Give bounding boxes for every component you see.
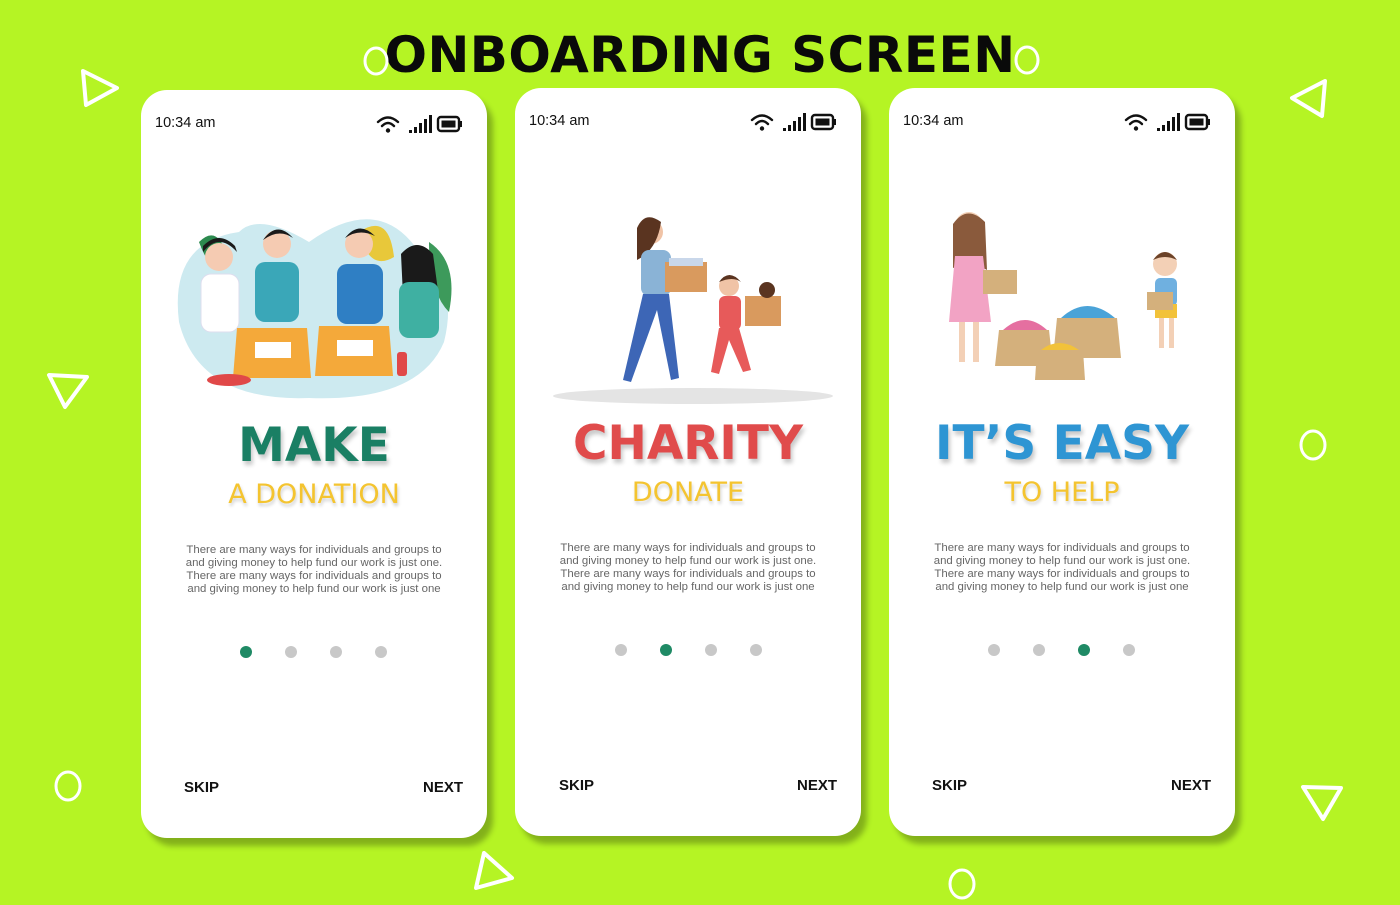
description-line: and giving money to help fund our work i… [561, 581, 815, 593]
description-line: and giving money to help fund our work i… [559, 555, 817, 567]
skip-button[interactable]: SKIP [184, 779, 219, 796]
skip-button[interactable]: SKIP [559, 777, 594, 794]
wifi-icon [1124, 114, 1148, 131]
circle-decoration-icon [948, 868, 976, 900]
screen-subtitle: TO HELP [1004, 477, 1120, 508]
screen-description: There are many ways for individuals and … [175, 544, 453, 596]
description-line: and giving money to help fund our work i… [187, 583, 441, 595]
screen-title: MAKE [238, 418, 390, 473]
onboarding-screen-3: 10:34 am IT’S EASY TO HELP There are man… [889, 88, 1235, 836]
girl-and-boy-with-clothes-boxes-illustration [949, 212, 1177, 380]
description-line: There are many ways for individuals and … [560, 568, 816, 580]
signal-icon [409, 115, 432, 133]
circle-decoration-icon [54, 770, 82, 802]
screen-description: There are many ways for individuals and … [549, 542, 827, 594]
battery-icon [1184, 113, 1210, 131]
signal-icon [1157, 113, 1180, 131]
woman-and-girl-carrying-boxes-illustration [553, 217, 833, 404]
description-line: There are many ways for individuals and … [934, 542, 1190, 554]
page-dot[interactable] [330, 646, 342, 658]
screen-title: IT’S EASY [935, 416, 1189, 471]
triangle-decoration-icon [81, 69, 119, 107]
page-dot[interactable] [1033, 644, 1045, 656]
onboarding-screen-1: 10:34 am MAKE A DONATION There are many … [141, 90, 487, 838]
skip-button[interactable]: SKIP [932, 777, 967, 794]
page-dot[interactable] [1123, 644, 1135, 656]
page-dot[interactable] [285, 646, 297, 658]
description-line: and giving money to help fund our work i… [933, 555, 1191, 567]
wifi-icon [376, 116, 400, 133]
status-icons [376, 115, 462, 133]
page-dot[interactable] [750, 644, 762, 656]
next-button[interactable]: NEXT [1171, 777, 1211, 794]
description-line: and giving money to help fund our work i… [935, 581, 1189, 593]
wifi-icon [750, 114, 774, 131]
page-dot[interactable] [988, 644, 1000, 656]
volunteers-donation-illustration [177, 219, 452, 399]
triangle-decoration-icon [1301, 785, 1343, 821]
battery-icon [810, 113, 836, 131]
page-dot[interactable] [615, 644, 627, 656]
page-dot-active[interactable] [240, 646, 252, 658]
circle-decoration-icon [1299, 429, 1327, 461]
page-indicator [515, 644, 861, 658]
next-button[interactable]: NEXT [423, 779, 463, 796]
circle-decoration-icon [1014, 45, 1040, 75]
next-button[interactable]: NEXT [797, 777, 837, 794]
triangle-decoration-icon [474, 851, 514, 890]
description-line: There are many ways for individuals and … [186, 570, 442, 582]
status-icons [1124, 113, 1210, 131]
page-dot[interactable] [375, 646, 387, 658]
triangle-decoration-icon [1290, 79, 1327, 118]
circle-decoration-icon [363, 46, 389, 76]
status-time: 10:34 am [529, 113, 590, 129]
description-line: There are many ways for individuals and … [934, 568, 1190, 580]
signal-icon [783, 113, 806, 131]
description-line: and giving money to help fund our work i… [185, 557, 443, 569]
page-dot-active[interactable] [660, 644, 672, 656]
screen-title: CHARITY [573, 416, 803, 471]
status-time: 10:34 am [155, 115, 216, 131]
page-indicator [141, 646, 487, 660]
description-line: There are many ways for individuals and … [186, 544, 442, 556]
onboarding-screen-2: 10:34 am CHARITY DONATE There are many w… [515, 88, 861, 836]
screen-subtitle: DONATE [631, 477, 745, 508]
triangle-decoration-icon [47, 373, 89, 409]
page-title: ONBOARDING SCREEN [384, 26, 1016, 84]
screen-subtitle: A DONATION [228, 479, 400, 510]
status-time: 10:34 am [903, 113, 964, 129]
description-line: There are many ways for individuals and … [560, 542, 816, 554]
page-dot-active[interactable] [1078, 644, 1090, 656]
page-dot[interactable] [705, 644, 717, 656]
status-icons [750, 113, 836, 131]
page-indicator [889, 644, 1235, 658]
battery-icon [436, 115, 462, 133]
screen-description: There are many ways for individuals and … [923, 542, 1201, 594]
